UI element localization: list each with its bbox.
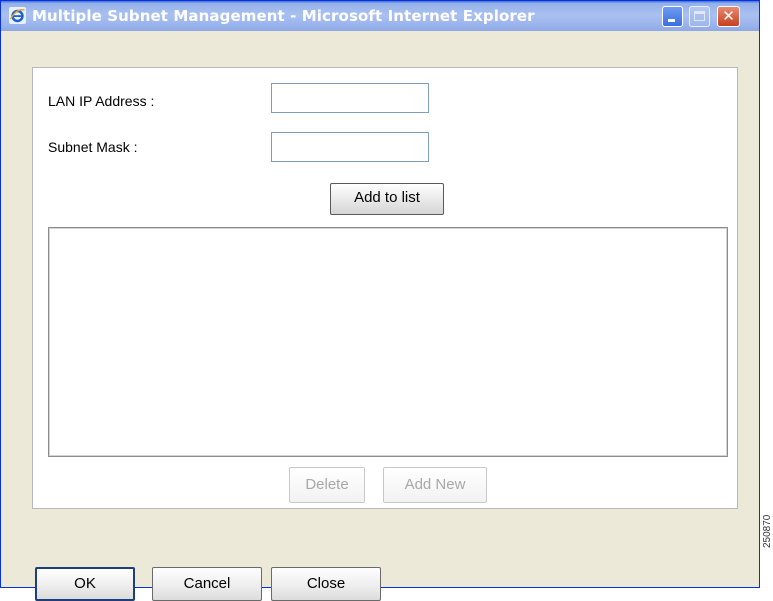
minimize-button[interactable] [662,6,683,27]
window-title: Multiple Subnet Management - Microsoft I… [32,7,535,25]
subnet-mask-input[interactable] [271,132,429,162]
add-new-button[interactable]: Add New [383,467,487,503]
lan-ip-input[interactable] [271,83,429,113]
close-icon: ✕ [722,7,735,25]
ok-button[interactable]: OK [35,567,135,601]
close-window-button[interactable]: ✕ [717,6,740,27]
lan-ip-label: LAN IP Address : [48,93,155,109]
maximize-icon [694,11,705,21]
subnet-mask-label: Subnet Mask : [48,139,138,155]
figure-id-label: 250870 [762,514,773,548]
minimize-icon [668,19,675,22]
title-bar[interactable]: Multiple Subnet Management - Microsoft I… [1,1,759,31]
close-button[interactable]: Close [271,567,381,601]
cancel-button[interactable]: Cancel [152,567,262,601]
maximize-button[interactable] [689,6,710,27]
delete-button[interactable]: Delete [289,467,365,503]
dialog-window: Multiple Subnet Management - Microsoft I… [0,0,760,601]
subnet-list[interactable] [48,227,728,457]
add-to-list-button[interactable]: Add to list [330,183,444,215]
internet-explorer-icon [9,7,26,24]
